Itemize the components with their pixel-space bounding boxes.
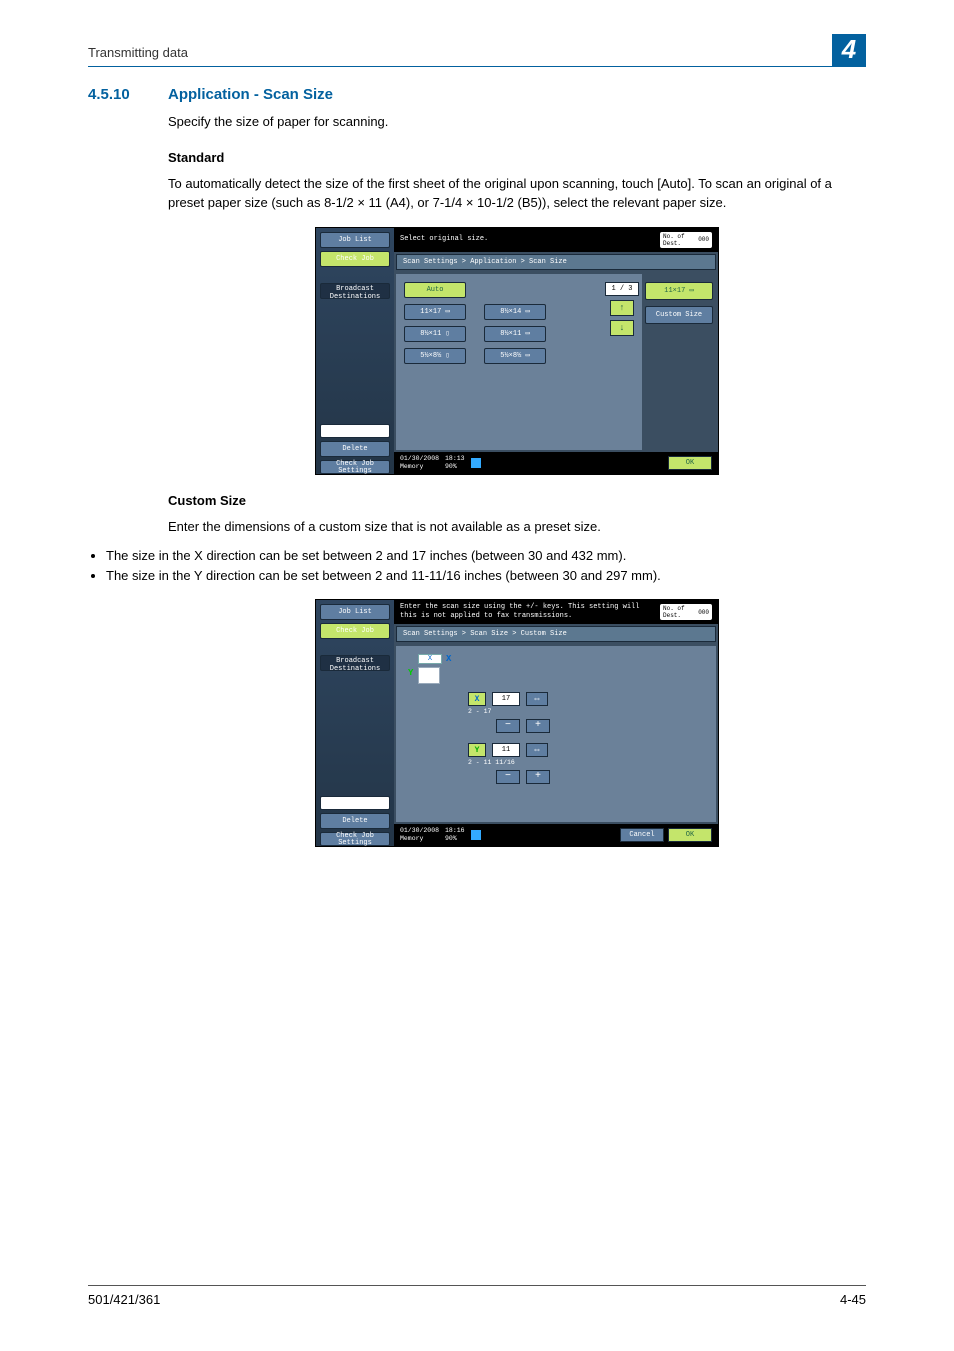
size-8half14-button[interactable]: 8½×14 ▭ [484, 304, 546, 320]
y-swap-button[interactable]: ⇔ [526, 743, 548, 757]
y-axis-icon: Y [408, 668, 413, 678]
top-message: Select original size. [400, 235, 488, 244]
message-bar: Select original size. No. of Dest. 000 [394, 228, 718, 252]
x-minus-button[interactable]: − [496, 719, 520, 733]
size-auto-button[interactable]: Auto [404, 282, 466, 298]
status-memory-pct: 90% [445, 835, 465, 843]
page-footer: 501/421/361 4-45 [88, 1285, 866, 1307]
status-memory-pct: 90% [445, 463, 465, 471]
left-sidebar: Job List Check Job Broadcast Destination… [316, 600, 394, 846]
message-bar: Enter the scan size using the +/- keys. … [394, 600, 718, 624]
tab-11x17[interactable]: 11×17 ▭ [645, 282, 713, 300]
tab-custom-size[interactable]: Custom Size [645, 306, 713, 324]
standard-heading: Standard [168, 150, 866, 165]
size-grid: Auto 11×17 ▭ 8½×14 ▭ 8½×11 ▯ 8½×11 ▭ 5½×… [396, 274, 602, 450]
size-5half8half-landscape-button[interactable]: 5½×8½ ▭ [484, 348, 546, 364]
standard-para: To automatically detect the size of the … [168, 175, 866, 213]
check-job-button[interactable]: Check Job [320, 251, 390, 267]
x-swap-button[interactable]: ⇔ [526, 692, 548, 706]
check-job-button[interactable]: Check Job [320, 623, 390, 639]
page-up-button[interactable]: ↑ [610, 300, 634, 316]
section-intro: Specify the size of paper for scanning. [168, 113, 866, 132]
bullet-y-range: The size in the Y direction can be set b… [106, 566, 866, 586]
running-head: Transmitting data [88, 45, 188, 60]
breadcrumb: Scan Settings > Application > Scan Size [396, 254, 716, 270]
status-date: 01/30/2008 [400, 827, 439, 835]
x-range-label: 2 - 17 [468, 708, 704, 715]
footer-right: 4-45 [840, 1292, 866, 1307]
section-number: 4.5.10 [88, 86, 168, 103]
right-tabs: 11×17 ▭ Custom Size [642, 274, 716, 450]
broadcast-dest-label: Broadcast Destinations [320, 283, 390, 299]
custom-para: Enter the dimensions of a custom size th… [168, 518, 866, 537]
x-tag: X [468, 692, 486, 706]
cancel-button[interactable]: Cancel [620, 828, 664, 842]
chapter-badge: 4 [832, 34, 866, 66]
y-value-field[interactable]: 11 [492, 743, 520, 757]
pager: 1 / 3 ↑ ↓ [602, 274, 642, 450]
ok-button[interactable]: OK [668, 828, 712, 842]
screenshot-custom-size: Job List Check Job Broadcast Destination… [315, 599, 719, 847]
check-job-settings-button[interactable]: Check Job Settings [320, 460, 390, 474]
page-indicator: 1 / 3 [605, 282, 639, 296]
status-time: 18:13 [445, 455, 465, 463]
left-sidebar: Job List Check Job Broadcast Destination… [316, 228, 394, 474]
x-tab-legend: X [418, 654, 442, 664]
status-icon [471, 458, 481, 468]
y-range-label: 2 - 11 11/16 [468, 759, 704, 766]
sidebar-page-indicator: 1/ 1 [320, 424, 390, 438]
screenshot-scan-size: Job List Check Job Broadcast Destination… [315, 227, 719, 475]
dest-count: 000 [698, 236, 709, 243]
xy-legend: X X Y [408, 654, 448, 686]
y-minus-button[interactable]: − [496, 770, 520, 784]
page-rect-icon [418, 667, 440, 684]
x-axis-icon: X [446, 654, 451, 664]
size-8half11-landscape-button[interactable]: 8½×11 ▭ [484, 326, 546, 342]
status-bar: 01/30/2008 Memory 18:13 90% OK [394, 452, 718, 474]
sidebar-page-indicator: 1/ 1 [320, 796, 390, 810]
status-date: 01/30/2008 [400, 455, 439, 463]
status-memory-label: Memory [400, 835, 439, 843]
x-value-field[interactable]: 17 [492, 692, 520, 706]
custom-bullets: The size in the X direction can be set b… [106, 546, 866, 585]
size-11x17-button[interactable]: 11×17 ▭ [404, 304, 466, 320]
dest-label: No. of Dest. [663, 233, 685, 247]
job-list-button[interactable]: Job List [320, 232, 390, 248]
custom-heading: Custom Size [168, 493, 866, 508]
breadcrumb: Scan Settings > Scan Size > Custom Size [396, 626, 716, 642]
dest-count: 000 [698, 609, 709, 616]
bullet-x-range: The size in the X direction can be set b… [106, 546, 866, 566]
footer-left: 501/421/361 [88, 1292, 160, 1307]
section-title: Application - Scan Size [168, 86, 333, 103]
status-time: 18:16 [445, 827, 465, 835]
job-list-button[interactable]: Job List [320, 604, 390, 620]
status-memory-label: Memory [400, 463, 439, 471]
y-plus-button[interactable]: + [526, 770, 550, 784]
x-plus-button[interactable]: + [526, 719, 550, 733]
delete-button[interactable]: Delete [320, 813, 390, 829]
dest-label: No. of Dest. [663, 605, 685, 619]
page-header: Transmitting data 4 [88, 44, 866, 67]
status-bar: 01/30/2008 Memory 18:16 90% Cancel OK [394, 824, 718, 846]
status-icon [471, 830, 481, 840]
size-8half11-portrait-button[interactable]: 8½×11 ▯ [404, 326, 466, 342]
delete-button[interactable]: Delete [320, 441, 390, 457]
broadcast-dest-label: Broadcast Destinations [320, 655, 390, 671]
dest-count-badge: No. of Dest. 000 [660, 232, 712, 248]
size-5half8half-portrait-button[interactable]: 5½×8½ ▯ [404, 348, 466, 364]
page-down-button[interactable]: ↓ [610, 320, 634, 336]
ok-button[interactable]: OK [668, 456, 712, 470]
dest-count-badge: No. of Dest. 000 [660, 604, 712, 620]
check-job-settings-button[interactable]: Check Job Settings [320, 832, 390, 846]
top-message: Enter the scan size using the +/- keys. … [400, 603, 639, 621]
y-tag: Y [468, 743, 486, 757]
dimension-panel: X X Y X 17 ⇔ 2 - 17 − [396, 646, 716, 822]
